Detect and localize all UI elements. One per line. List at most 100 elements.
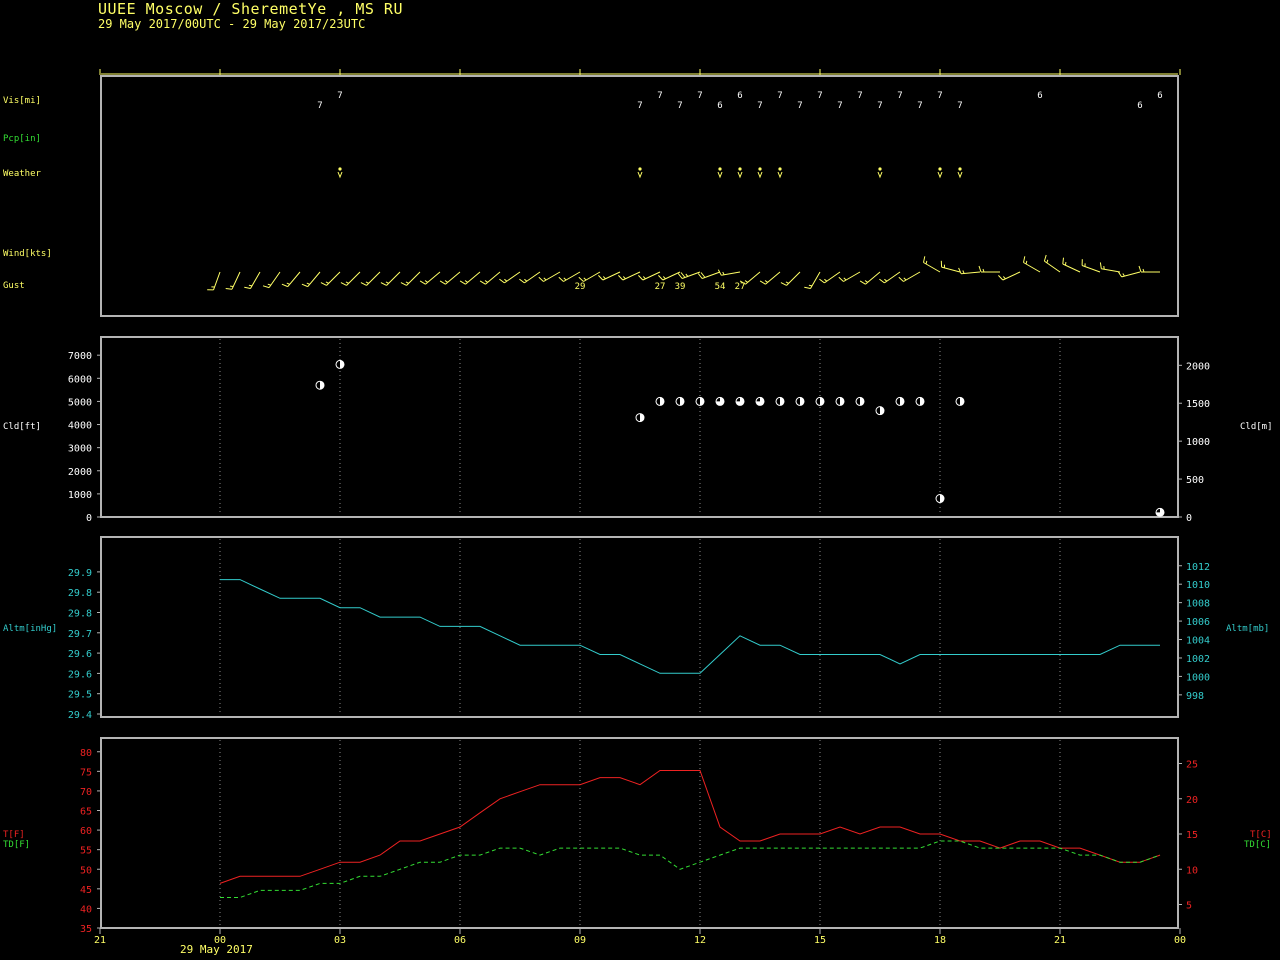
meteogram: Vis[mi] Pcp[in] Weather Wind[kts] Gust C… xyxy=(3,69,1273,956)
drizzle-icon xyxy=(958,167,962,171)
altimeter-inhg-tick-label: 29.4 xyxy=(68,710,92,721)
drizzle-icon xyxy=(957,171,963,179)
gust-value: 39 xyxy=(675,282,686,292)
visibility-value: 7 xyxy=(777,91,782,101)
visibility-value: 7 xyxy=(677,101,682,111)
dewpoint-line xyxy=(220,840,1161,898)
cloud-m-label: Cld[m] xyxy=(1240,422,1273,432)
cloud-m-tick-label: 0 xyxy=(1186,513,1192,524)
altimeter-inhg-tick-label: 29.5 xyxy=(68,690,92,701)
visibility-value: 6 xyxy=(1157,91,1162,101)
altimeter-mb-tick-label: 1006 xyxy=(1186,617,1210,628)
wind-barb xyxy=(439,271,461,285)
drizzle-icon xyxy=(337,171,343,179)
wind-barb xyxy=(677,271,701,279)
cloud-ft-tick-label: 0 xyxy=(86,513,92,524)
wind-barb xyxy=(301,271,321,288)
cloud-ft-tick-label: 7000 xyxy=(68,351,92,362)
wind-barb xyxy=(1081,259,1101,273)
cloud-m-tick-label: 1000 xyxy=(1186,437,1210,448)
drizzle-icon xyxy=(878,167,882,171)
visibility-value: 7 xyxy=(857,91,862,101)
wind-barb xyxy=(1117,271,1141,278)
drizzle-icon xyxy=(758,167,762,171)
wind-barb xyxy=(1138,265,1160,273)
visibility-value: 7 xyxy=(937,91,942,101)
time-tick-label: 00 xyxy=(1174,935,1186,946)
visibility-value: 7 xyxy=(877,101,882,111)
drizzle-icon xyxy=(338,167,342,171)
temp-c-tick-label: 5 xyxy=(1186,901,1192,912)
visibility-value: 7 xyxy=(757,101,762,111)
altimeter-mb-label: Altm[mb] xyxy=(1226,624,1269,634)
time-tick-label: 12 xyxy=(694,935,706,946)
temperature-line xyxy=(219,770,1161,884)
time-tick-label: 21 xyxy=(94,935,106,946)
gust-value: 29 xyxy=(575,282,586,292)
gust-value: 27 xyxy=(735,282,746,292)
wind-row-label: Wind[kts] xyxy=(3,249,52,259)
altimeter-inhg-label: Altm[inHg] xyxy=(3,624,57,634)
cloud-m-tick-label: 1500 xyxy=(1186,399,1210,410)
wind-barb xyxy=(998,271,1021,281)
cloud-ft-tick-label: 4000 xyxy=(68,421,92,432)
altimeter-mb-tick-label: 1010 xyxy=(1186,580,1210,591)
altimeter-inhg-tick-label: 29.8 xyxy=(68,588,92,599)
wind-barb xyxy=(244,271,261,289)
cloud-ft-tick-label: 2000 xyxy=(68,467,92,478)
visibility-value: 7 xyxy=(317,101,322,111)
wind-barb xyxy=(898,271,921,282)
altimeter-mb-tick-label: 998 xyxy=(1186,691,1204,702)
wind-barb xyxy=(859,271,881,285)
temp-f-tick-label: 40 xyxy=(80,904,92,915)
wind-barb xyxy=(618,271,641,281)
panel-4-frame xyxy=(100,737,1179,929)
altimeter-mb-tick-label: 1004 xyxy=(1186,636,1210,647)
altimeter-mb-tick-label: 1012 xyxy=(1186,562,1210,573)
vis-row-label: Vis[mi] xyxy=(3,96,41,106)
time-tick-label: 21 xyxy=(1054,935,1066,946)
drizzle-icon xyxy=(737,171,743,179)
visibility-value: 7 xyxy=(797,101,802,111)
wind-barb xyxy=(658,271,681,281)
temp-f-tick-label: 45 xyxy=(80,885,92,896)
panel-1-frame xyxy=(100,75,1179,317)
altimeter-inhg-tick-label: 29.9 xyxy=(68,568,92,579)
cloud-ft-tick-label: 3000 xyxy=(68,444,92,455)
wind-barb xyxy=(419,271,441,285)
visibility-value: 7 xyxy=(637,101,642,111)
visibility-value: 7 xyxy=(957,101,962,111)
gust-value: 27 xyxy=(655,282,666,292)
wind-barb xyxy=(819,271,841,284)
wind-barb xyxy=(697,271,721,279)
wind-barb xyxy=(400,271,421,286)
wind-barb xyxy=(958,267,981,275)
wind-barb xyxy=(780,271,801,286)
panel-3-frame xyxy=(100,536,1179,718)
gust-row-label: Gust xyxy=(3,281,25,291)
visibility-value: 6 xyxy=(717,101,722,111)
wind-barb xyxy=(558,271,581,282)
wind-barb xyxy=(978,265,1000,273)
time-tick-label: 18 xyxy=(934,935,946,946)
cloud-ft-tick-label: 5000 xyxy=(68,397,92,408)
visibility-value: 7 xyxy=(817,91,822,101)
wind-barb xyxy=(538,271,561,282)
altimeter-mb-tick-label: 1000 xyxy=(1186,672,1210,683)
cloud-ft-tick-label: 6000 xyxy=(68,374,92,385)
visibility-value: 6 xyxy=(737,91,742,101)
altimeter-mb-tick-label: 1002 xyxy=(1186,654,1210,665)
drizzle-icon xyxy=(637,171,643,179)
temp-c-tick-label: 20 xyxy=(1186,795,1198,806)
dewpoint-f-label: TD[F] xyxy=(3,840,30,850)
temp-c-tick-label: 10 xyxy=(1186,865,1198,876)
time-tick-label: 03 xyxy=(334,935,346,946)
visibility-value: 6 xyxy=(1137,101,1142,111)
temp-f-tick-label: 55 xyxy=(80,846,92,857)
drizzle-icon xyxy=(877,171,883,179)
time-tick-label: 15 xyxy=(814,935,826,946)
visibility-value: 7 xyxy=(657,91,662,101)
wind-barb xyxy=(380,271,401,286)
wind-barb xyxy=(1043,254,1061,273)
cloud-ft-tick-label: 1000 xyxy=(68,490,92,501)
